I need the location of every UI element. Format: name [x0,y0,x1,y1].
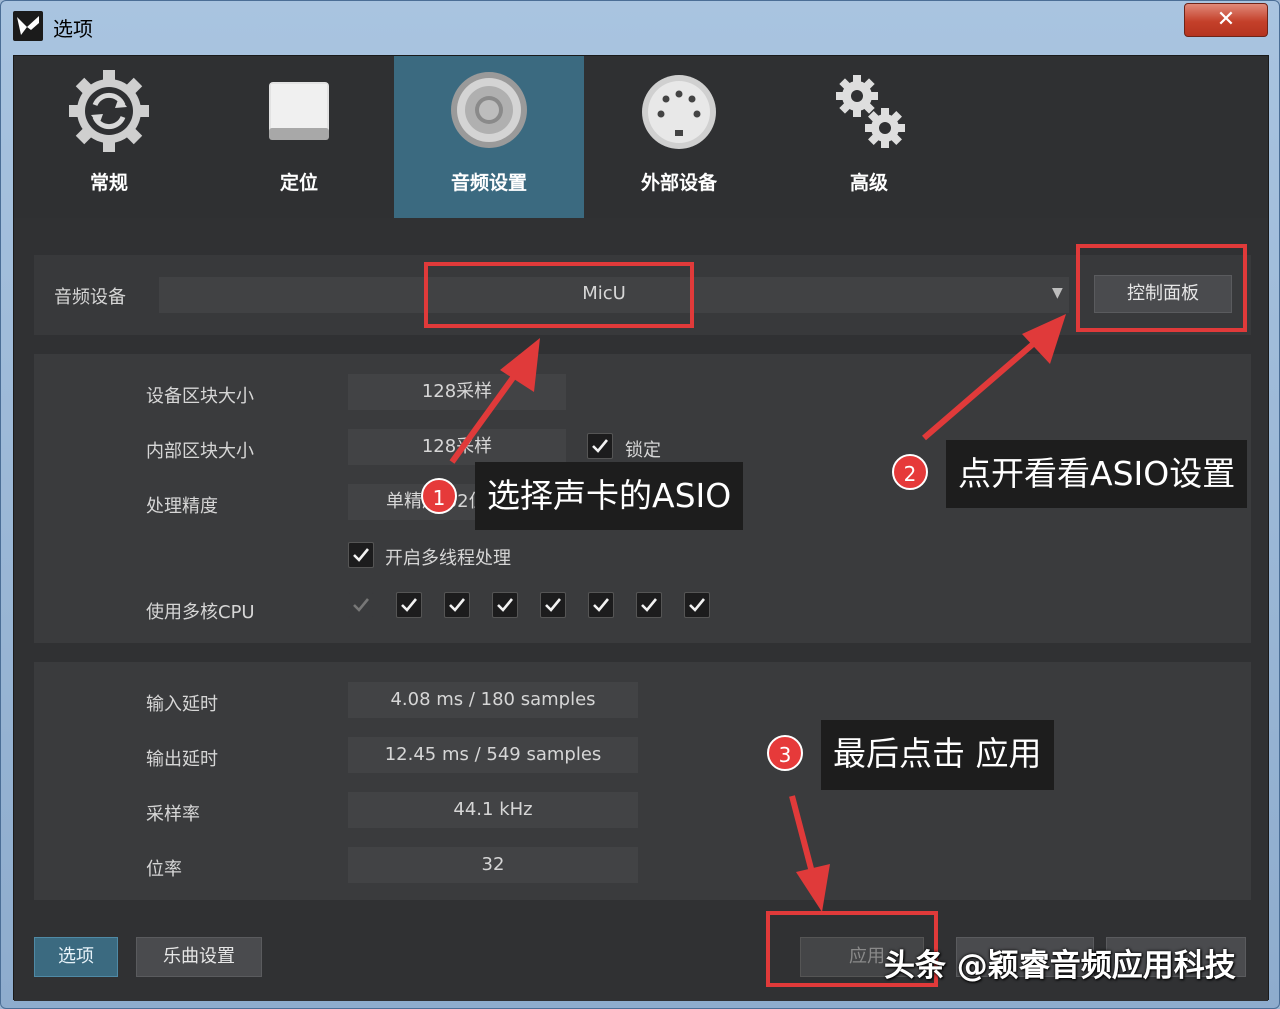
options-window: 选项 ✕ 常规 定位 音频设置 外部设备 高级 音频设备 MicU ▼ 控制面板… [0,0,1280,1009]
control-panel-button[interactable]: 控制面板 [1094,275,1232,313]
block-settings-panel: 设备区块大小 128采样 内部区块大小 128采样 锁定 处理精度 单精度 32… [34,354,1251,643]
cpu-core-checkbox[interactable] [540,592,566,618]
ok-button[interactable] [956,937,1094,977]
output-latency-label: 输出延时 [146,749,218,770]
options-button[interactable]: 选项 [34,937,118,977]
audio-settings-content: 音频设备 MicU ▼ 控制面板 设备区块大小 128采样 内部区块大小 128… [14,218,1268,1001]
cancel-button[interactable] [1106,937,1246,977]
checkmark-icon [353,548,370,562]
cpu-core-checkbox[interactable] [396,592,422,618]
input-latency-value: 4.08 ms / 180 samples [348,682,638,718]
cpu-core-checkbox[interactable] [348,592,374,618]
title-bar[interactable]: 选项 ✕ [1,1,1279,51]
multicore-cpu-label: 使用多核CPU [146,602,255,623]
tab-audio-settings[interactable]: 音频设置 [394,56,584,218]
category-tab-bar: 常规 定位 音频设置 外部设备 高级 [14,56,1268,218]
precision-label: 处理精度 [146,496,218,517]
lock-label: 锁定 [625,440,661,461]
checkmark-icon [449,598,466,612]
midi-connector-icon [642,75,716,149]
speaker-icon [451,72,527,148]
chevron-down-icon: ▼ [1052,285,1063,301]
app-logo-icon [13,11,43,41]
tab-external-devices[interactable]: 外部设备 [584,56,774,218]
audio-device-value: MicU [582,283,626,304]
cpu-core-checkbox[interactable] [444,592,470,618]
checkmark-icon [592,439,609,453]
cpu-core-checkbox[interactable] [684,592,710,618]
checkmark-icon [353,598,370,612]
audio-device-row: 音频设备 MicU ▼ 控制面板 [34,255,1251,335]
tab-advanced[interactable]: 高级 [774,56,964,218]
input-latency-label: 输入延时 [146,694,218,715]
multithread-label: 开启多线程处理 [385,548,511,569]
bit-depth-label: 位率 [146,859,182,880]
audio-device-dropdown[interactable]: MicU ▼ [159,277,1069,313]
bit-depth-value: 32 [348,847,638,883]
checkmark-icon [401,598,418,612]
device-block-size-label: 设备区块大小 [146,386,254,407]
refresh-gear-icon [69,70,149,152]
drive-icon [269,82,329,140]
multithread-checkbox[interactable] [348,542,374,568]
window-title: 选项 [53,17,93,41]
checkmark-icon [689,598,706,612]
internal-block-size-select[interactable]: 128采样 [348,429,566,465]
sample-rate-label: 采样率 [146,804,200,825]
checkmark-icon [593,598,610,612]
device-block-size-select[interactable]: 128采样 [348,374,566,410]
cpu-core-checkbox[interactable] [588,592,614,618]
checkmark-icon [497,598,514,612]
cpu-core-checkbox[interactable] [636,592,662,618]
lock-checkbox[interactable] [587,433,613,459]
tab-audio-settings-label: 音频设置 [450,172,527,194]
tab-location-label: 定位 [279,172,318,194]
tab-external-devices-label: 外部设备 [640,172,717,194]
tab-location[interactable]: 定位 [204,56,394,218]
gears-icon [836,75,905,148]
checkmark-icon [545,598,562,612]
close-button[interactable]: ✕ [1184,3,1268,37]
cpu-core-checkbox[interactable] [492,592,518,618]
apply-button[interactable]: 应用 [800,937,924,977]
tab-general[interactable]: 常规 [14,56,204,218]
song-settings-button[interactable]: 乐曲设置 [136,937,262,977]
latency-info-panel: 输入延时 4.08 ms / 180 samples 输出延时 12.45 ms… [34,662,1251,900]
tab-advanced-label: 高级 [849,172,888,194]
audio-device-label: 音频设备 [54,287,126,308]
precision-select[interactable]: 单精度 32位 [348,484,566,520]
tab-general-label: 常规 [89,172,128,194]
checkmark-icon [641,598,658,612]
options-client-area: 常规 定位 音频设置 外部设备 高级 音频设备 MicU ▼ 控制面板 设备区块… [13,55,1269,1001]
close-icon: ✕ [1216,7,1236,32]
output-latency-value: 12.45 ms / 549 samples [348,737,638,773]
internal-block-size-label: 内部区块大小 [146,441,254,462]
sample-rate-value: 44.1 kHz [348,792,638,828]
